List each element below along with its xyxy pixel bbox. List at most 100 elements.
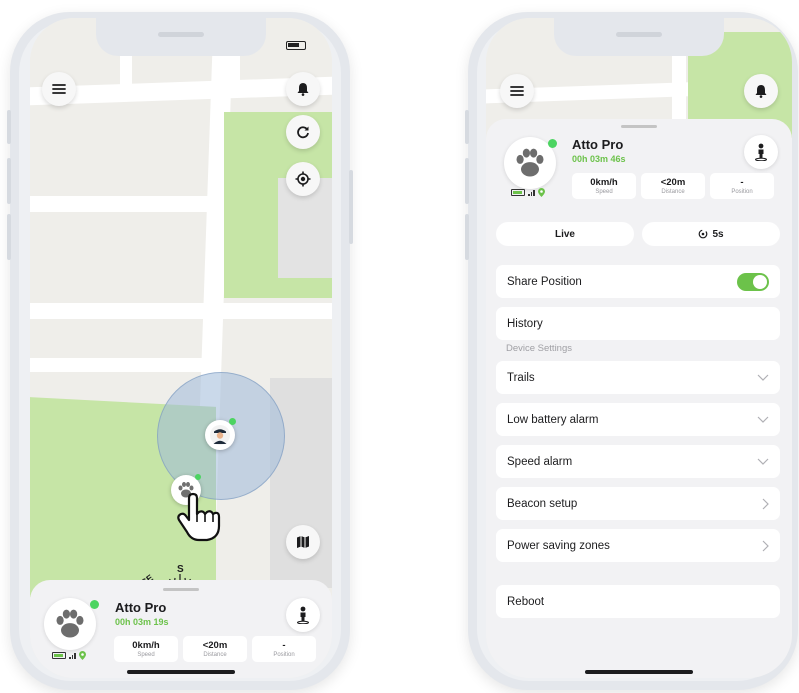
- pet-avatar[interactable]: [44, 598, 96, 650]
- chevron-down-icon: [757, 416, 769, 423]
- online-status-dot: [90, 600, 99, 609]
- chevron-right-icon: [762, 498, 769, 509]
- position-label: Position: [273, 652, 295, 658]
- home-indicator[interactable]: [585, 670, 693, 674]
- distance-stat: <20m Distance: [183, 636, 247, 662]
- distance-value: <20m: [202, 640, 228, 651]
- phone-notch: [96, 18, 266, 56]
- status-battery-icon: [286, 41, 306, 50]
- low-battery-alarm-row[interactable]: Low battery alarm: [496, 403, 780, 436]
- location-pin-icon: [537, 188, 545, 197]
- bell-icon: [297, 83, 309, 96]
- walk-mode-button[interactable]: [286, 598, 320, 632]
- notifications-button[interactable]: [286, 72, 320, 106]
- location-pin-icon: [78, 651, 86, 660]
- left-phone-button: [7, 214, 11, 260]
- speed-alarm-label: Speed alarm: [507, 455, 573, 468]
- reboot-label: Reboot: [507, 595, 545, 608]
- right-phone-button: [465, 214, 469, 260]
- speed-label: Speed: [137, 652, 155, 658]
- distance-value: <20m: [660, 177, 686, 188]
- battery-icon: [511, 189, 525, 196]
- speed-label: Speed: [595, 189, 613, 195]
- crosshair-locate-icon: [295, 171, 311, 187]
- hamburger-menu-icon: [52, 84, 66, 94]
- device-sheet[interactable]: Atto Pro 00h 03m 19s 0km/h Speed <20m Di…: [30, 580, 332, 678]
- position-value: -: [740, 177, 744, 188]
- map-road: [30, 303, 332, 319]
- online-status-dot: [548, 139, 557, 148]
- walk-mode-button[interactable]: [744, 135, 778, 169]
- pet-online-dot: [195, 474, 201, 480]
- menu-button[interactable]: [500, 74, 534, 108]
- distance-stat: <20m Distance: [641, 173, 705, 199]
- left-phone-screen: SE S 180 SW: [30, 18, 332, 678]
- device-settings-section-label: Device Settings: [506, 343, 573, 354]
- right-phone-screen: Atto Pro 00h 03m 46s 0km/h Speed <20m Di…: [486, 18, 792, 678]
- tap-hand-icon: [177, 492, 221, 542]
- phone-notch: [554, 18, 724, 56]
- power-saving-zones-row[interactable]: Power saving zones: [496, 529, 780, 562]
- share-position-toggle[interactable]: [737, 272, 769, 291]
- speed-alarm-row[interactable]: Speed alarm: [496, 445, 780, 478]
- left-phone-button: [349, 170, 353, 244]
- bell-icon: [755, 85, 767, 98]
- home-indicator[interactable]: [127, 670, 235, 674]
- walking-person-icon: [297, 606, 309, 624]
- live-mode-label: Live: [554, 228, 575, 240]
- map-view[interactable]: SE S 180 SW: [30, 18, 332, 678]
- speed-value: 0km/h: [132, 640, 160, 651]
- device-status-icons: [511, 188, 545, 197]
- device-name: Atto Pro: [115, 600, 167, 615]
- update-interval-button[interactable]: 5s: [642, 222, 780, 246]
- device-status-icons: [52, 651, 86, 660]
- map-road: [30, 196, 210, 212]
- beacon-setup-label: Beacon setup: [507, 497, 578, 510]
- share-position-label: Share Position: [507, 275, 582, 288]
- position-stat: - Position: [710, 173, 774, 199]
- trails-label: Trails: [507, 371, 535, 384]
- timer-icon: [699, 229, 708, 239]
- chevron-down-icon: [757, 374, 769, 381]
- user-online-dot: [229, 418, 236, 425]
- history-row[interactable]: History: [496, 307, 780, 340]
- low-battery-alarm-label: Low battery alarm: [507, 413, 599, 426]
- power-saving-zones-label: Power saving zones: [507, 539, 610, 552]
- share-position-row[interactable]: Share Position: [496, 265, 780, 298]
- speed-stat: 0km/h Speed: [114, 636, 178, 662]
- tracking-time: 00h 03m 46s: [572, 154, 626, 164]
- distance-label: Distance: [203, 652, 227, 658]
- live-mode-button[interactable]: Live: [496, 222, 634, 246]
- tracking-time: 00h 03m 19s: [115, 617, 169, 627]
- signal-icon: [69, 652, 76, 659]
- compass-label-s: S: [177, 564, 184, 575]
- beacon-setup-row[interactable]: Beacon setup: [496, 487, 780, 520]
- speed-value: 0km/h: [590, 177, 618, 188]
- battery-icon: [52, 652, 66, 659]
- right-phone-button: [465, 110, 469, 144]
- update-interval-label: 5s: [712, 228, 724, 240]
- signal-icon: [528, 189, 535, 196]
- sheet-handle[interactable]: [621, 125, 657, 128]
- sheet-handle[interactable]: [163, 588, 199, 591]
- position-stat: - Position: [252, 636, 316, 662]
- reboot-row[interactable]: Reboot: [496, 585, 780, 618]
- speaker-grille: [616, 32, 662, 37]
- locate-button[interactable]: [286, 162, 320, 196]
- chevron-right-icon: [762, 540, 769, 551]
- map-type-button[interactable]: [286, 525, 320, 559]
- paw-icon: [516, 148, 544, 177]
- refresh-button[interactable]: [286, 115, 320, 149]
- position-label: Position: [731, 189, 753, 195]
- map-icon: [297, 536, 309, 548]
- speed-stat: 0km/h Speed: [572, 173, 636, 199]
- left-phone-button: [7, 158, 11, 204]
- notifications-button[interactable]: [744, 74, 778, 108]
- history-label: History: [507, 317, 543, 330]
- refresh-icon: [297, 126, 309, 139]
- trails-row[interactable]: Trails: [496, 361, 780, 394]
- menu-button[interactable]: [42, 72, 76, 106]
- left-phone-button: [7, 110, 11, 144]
- device-sheet-expanded[interactable]: Atto Pro 00h 03m 46s 0km/h Speed <20m Di…: [486, 119, 792, 678]
- speaker-grille: [158, 32, 204, 37]
